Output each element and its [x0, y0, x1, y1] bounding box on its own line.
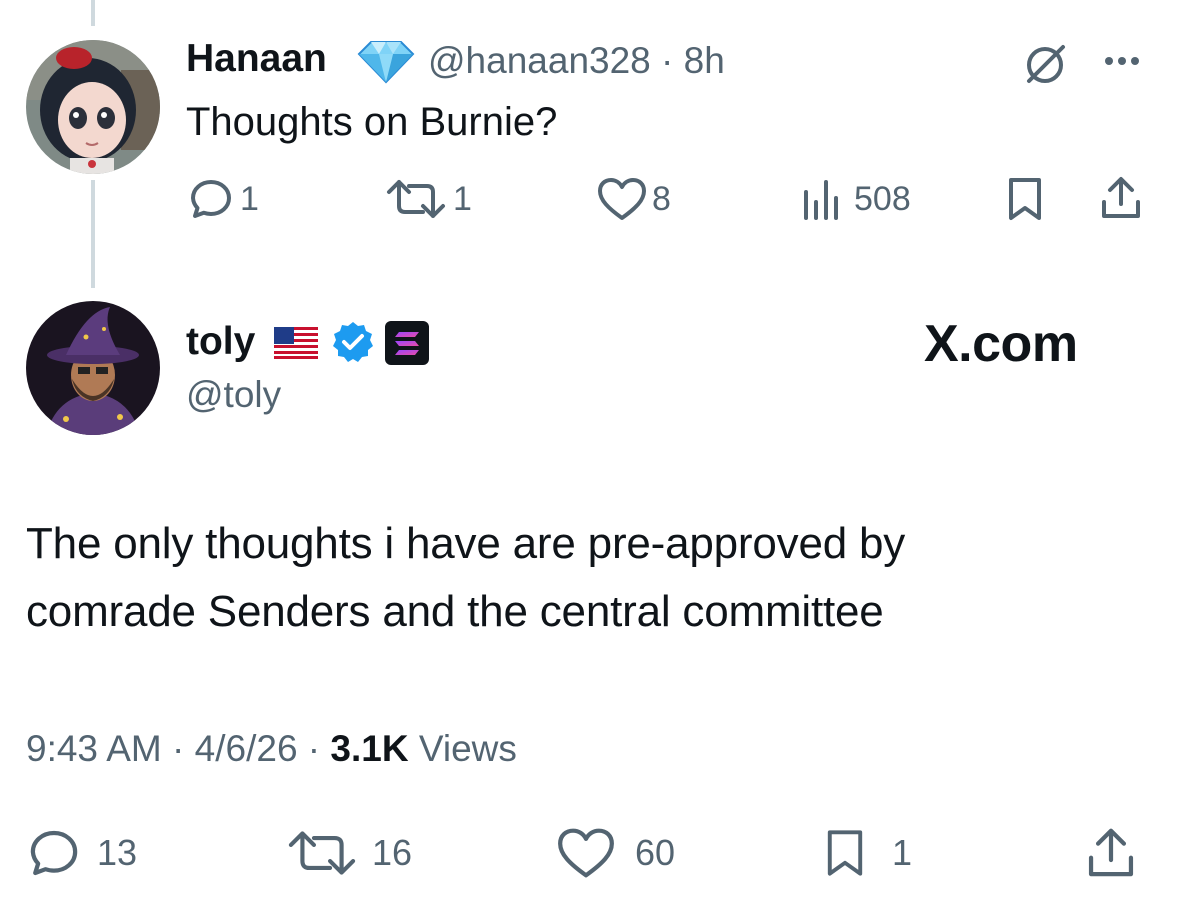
share-icon[interactable] [1084, 824, 1138, 882]
heart-icon [558, 828, 614, 878]
solana-logo-icon[interactable] [385, 321, 429, 365]
reply-button[interactable]: 1 [188, 176, 259, 222]
thread-line [91, 180, 95, 288]
us-flag-icon [274, 327, 318, 359]
diamond-icon [357, 40, 415, 84]
separator-dot: · [161, 728, 195, 769]
views-button[interactable]: 508 [800, 176, 911, 222]
reply-meta: 9:43 AM · 4/6/26 · 3.1K Views [26, 728, 517, 770]
reply-count: 13 [97, 832, 138, 873]
tweet-text: Thoughts on Burnie? [186, 100, 558, 144]
reply-text-line: comrade Senders and the central committe… [26, 587, 884, 636]
views-label: Views [418, 728, 517, 769]
watermark: X.com [924, 315, 1078, 373]
bookmark-icon [827, 830, 863, 876]
verified-badge-icon[interactable] [331, 320, 375, 364]
repost-icon [387, 180, 445, 218]
bookmark-count: 1 [892, 832, 913, 873]
reply-count: 1 [240, 179, 259, 218]
thread-line [91, 0, 95, 26]
more-options-icon[interactable] [1100, 52, 1150, 72]
repost-button[interactable]: 1 [383, 176, 472, 222]
reply-time[interactable]: 9:43 AM [26, 728, 162, 769]
avatar-hanaan[interactable] [26, 40, 160, 174]
comment-icon [191, 180, 231, 218]
reply-author-name[interactable]: toly [186, 320, 255, 364]
like-button[interactable]: 8 [596, 176, 671, 222]
bookmark-icon[interactable] [1002, 176, 1048, 222]
grok-icon[interactable] [1020, 40, 1070, 90]
heart-icon [598, 178, 646, 220]
author-handle[interactable]: @hanaan328 [428, 40, 651, 81]
reply-text: The only thoughts i have are pre-approve… [26, 510, 905, 646]
reply-button[interactable]: 13 [27, 826, 137, 880]
separator-dot: · [650, 40, 684, 81]
analytics-icon [804, 180, 838, 220]
like-count: 8 [652, 179, 671, 218]
bookmark-button[interactable]: 1 [820, 826, 912, 880]
separator-dot: · [297, 728, 331, 769]
reply-author-handle[interactable]: @toly [186, 374, 281, 416]
comment-icon [30, 830, 78, 876]
like-button[interactable]: 60 [555, 826, 675, 880]
share-icon[interactable] [1098, 174, 1144, 222]
timestamp[interactable]: 8h [684, 40, 725, 81]
repost-count: 16 [372, 832, 413, 873]
repost-button[interactable]: 16 [284, 826, 412, 880]
views-count: 3.1K [330, 728, 409, 769]
views-count: 508 [854, 179, 911, 218]
like-count: 60 [635, 832, 676, 873]
reply-date[interactable]: 4/6/26 [195, 728, 298, 769]
author-name[interactable]: Hanaan [186, 37, 327, 81]
repost-count: 1 [453, 179, 472, 218]
repost-icon [288, 831, 356, 875]
avatar-toly[interactable] [26, 301, 160, 435]
reply-text-line: The only thoughts i have are pre-approve… [26, 519, 906, 568]
